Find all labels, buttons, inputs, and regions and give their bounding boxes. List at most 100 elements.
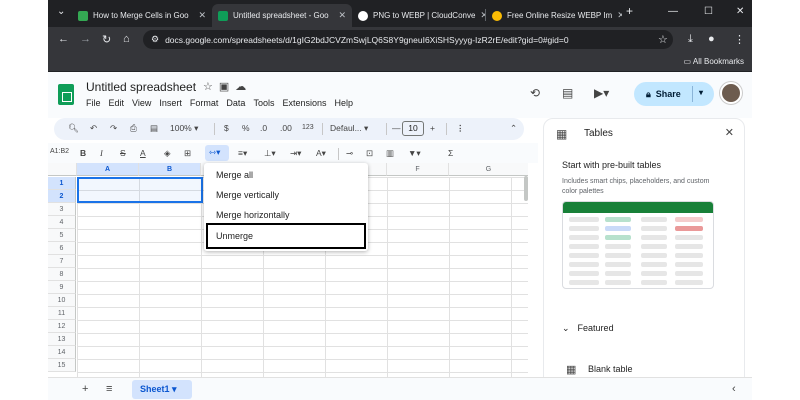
borders-icon[interactable]: ⊞ [184, 148, 191, 159]
all-bookmarks[interactable]: ▭ All Bookmarks [684, 57, 744, 66]
select-all-corner[interactable] [48, 163, 77, 176]
all-sheets-icon[interactable]: ≡ [106, 383, 112, 395]
tab-spreadsheet[interactable]: Untitled spreadsheet - Goo ✕ [212, 4, 352, 27]
row-header[interactable]: 13 [48, 333, 76, 346]
menu-extensions[interactable]: Extensions [282, 98, 326, 108]
redo-icon[interactable]: ↷ [110, 123, 117, 134]
menu-insert[interactable]: Insert [159, 98, 182, 108]
column-header[interactable]: G [449, 163, 528, 176]
search-icon[interactable]: 🔍︎ [68, 123, 79, 134]
font-size-increase-button[interactable]: + [430, 123, 435, 133]
column-header[interactable]: B [139, 163, 201, 176]
link-icon[interactable]: ⊸ [346, 148, 353, 159]
chevron-down-icon[interactable]: ▾ [172, 384, 177, 394]
reload-icon[interactable]: ↻ [102, 33, 111, 46]
site-info-icon[interactable]: ⚙ [151, 34, 159, 45]
row-header[interactable]: 7 [48, 255, 76, 268]
font-select[interactable]: Defaul... ▾ [330, 123, 368, 134]
column-header[interactable]: F [387, 163, 449, 176]
back-icon[interactable]: ← [58, 33, 69, 45]
row-header[interactable]: 14 [48, 346, 76, 359]
menu-kebab-icon[interactable]: ⋮ [734, 33, 745, 46]
bold-icon[interactable]: B [80, 148, 86, 158]
name-box[interactable]: A1:B2 [50, 148, 69, 155]
menu-edit[interactable]: Edit [109, 98, 125, 108]
close-icon[interactable]: ✕ [338, 10, 346, 21]
row-header[interactable]: 6 [48, 242, 76, 255]
row-header[interactable]: 10 [48, 294, 76, 307]
paint-format-icon[interactable]: ▤ [150, 123, 158, 134]
profile-icon[interactable]: ● [708, 33, 715, 45]
maximize-icon[interactable]: ☐ [704, 6, 713, 17]
document-title[interactable]: Untitled spreadsheet [86, 80, 196, 94]
menu-format[interactable]: Format [190, 98, 219, 108]
vertical-scrollbar[interactable] [524, 164, 528, 374]
sheets-logo-icon[interactable] [58, 84, 74, 105]
rotate-icon[interactable]: A▾ [316, 148, 326, 159]
close-icon[interactable]: ✕ [617, 10, 622, 21]
blank-table-option[interactable]: Blank table [588, 364, 633, 374]
vertical-align-icon[interactable]: ⊥▾ [264, 148, 276, 159]
strikethrough-icon[interactable]: S [120, 148, 126, 158]
row-header[interactable]: 8 [48, 268, 76, 281]
row-header[interactable]: 15 [48, 359, 76, 372]
menu-item-merge-all[interactable]: Merge all [204, 165, 368, 185]
text-color-icon[interactable]: A [140, 148, 146, 158]
minimize-icon[interactable]: — [668, 6, 678, 17]
row-header[interactable]: 2 [48, 190, 76, 203]
history-icon[interactable]: ⟲ [530, 86, 540, 100]
tab-search-icon[interactable]: ⌄ [57, 6, 65, 17]
row-header[interactable]: 9 [48, 281, 76, 294]
more-options-icon[interactable]: ⋮ [456, 123, 465, 134]
column-header[interactable]: A [77, 163, 139, 176]
percent-button[interactable]: % [242, 123, 250, 133]
meet-icon[interactable]: ▶▾ [594, 86, 609, 100]
decrease-decimal-button[interactable]: .0 [260, 123, 267, 133]
currency-button[interactable]: $ [224, 123, 229, 133]
url-bar[interactable]: ⚙ docs.google.com/spreadsheets/d/1gIG2bd… [143, 30, 673, 49]
close-icon[interactable]: ✕ [725, 126, 734, 139]
share-button[interactable]: 🔒︎ Share ▾ [634, 82, 714, 106]
home-icon[interactable]: ⌂ [123, 33, 130, 45]
print-icon[interactable]: ⎙ [130, 123, 137, 134]
font-size-decrease-button[interactable]: — [392, 123, 401, 133]
chart-icon[interactable]: ▥ [386, 148, 394, 159]
add-sheet-icon[interactable]: + [82, 383, 88, 395]
row-header[interactable]: 5 [48, 229, 76, 242]
row-header[interactable]: 12 [48, 320, 76, 333]
row-header[interactable]: 3 [48, 203, 76, 216]
row-header[interactable]: 1 [48, 177, 76, 190]
functions-icon[interactable]: Σ [448, 148, 453, 158]
row-header[interactable]: 4 [48, 216, 76, 229]
cloud-status-icon[interactable]: ☁ [235, 81, 252, 93]
number-format-button[interactable]: 123 [302, 124, 314, 131]
font-size-input[interactable]: 10 [402, 121, 424, 136]
star-icon[interactable]: ☆ [203, 81, 219, 93]
tab-resize-webp[interactable]: Free Online Resize WEBP Im ✕ [486, 4, 622, 27]
increase-decimal-button[interactable]: .00 [280, 123, 292, 133]
close-icon[interactable]: ✕ [198, 10, 206, 21]
comments-icon[interactable]: ▤ [562, 86, 573, 100]
filter-icon[interactable]: ▼▾ [408, 148, 421, 159]
align-icon[interactable]: ≡▾ [238, 148, 247, 159]
selected-range[interactable] [77, 177, 203, 203]
menu-item-merge-vertically[interactable]: Merge vertically [204, 185, 368, 205]
menu-help[interactable]: Help [334, 98, 353, 108]
menu-data[interactable]: Data [226, 98, 245, 108]
bookmark-star-icon[interactable]: ☆ [658, 33, 668, 46]
zoom-select[interactable]: 100% ▾ [170, 123, 198, 134]
tab-cloudconvert[interactable]: PNG to WEBP | CloudConve ✕ [352, 4, 485, 27]
chevron-left-icon[interactable]: ‹ [732, 383, 736, 395]
scroll-thumb[interactable] [524, 176, 528, 201]
new-tab-icon[interactable]: + [626, 4, 633, 18]
comment-icon[interactable]: ⊡ [366, 148, 373, 159]
featured-section-toggle[interactable]: ⌄ Featured [562, 323, 614, 334]
italic-icon[interactable]: I [100, 148, 103, 158]
tab-merge-article[interactable]: How to Merge Cells in Goo ✕ [72, 4, 212, 27]
table-template-preview[interactable] [562, 201, 714, 289]
menu-view[interactable]: View [132, 98, 151, 108]
forward-icon[interactable]: → [80, 33, 91, 45]
menu-item-merge-horizontally[interactable]: Merge horizontally [204, 205, 368, 225]
fill-color-icon[interactable]: ◈ [164, 148, 171, 159]
collapse-toolbar-icon[interactable]: ⌃ [510, 123, 517, 134]
